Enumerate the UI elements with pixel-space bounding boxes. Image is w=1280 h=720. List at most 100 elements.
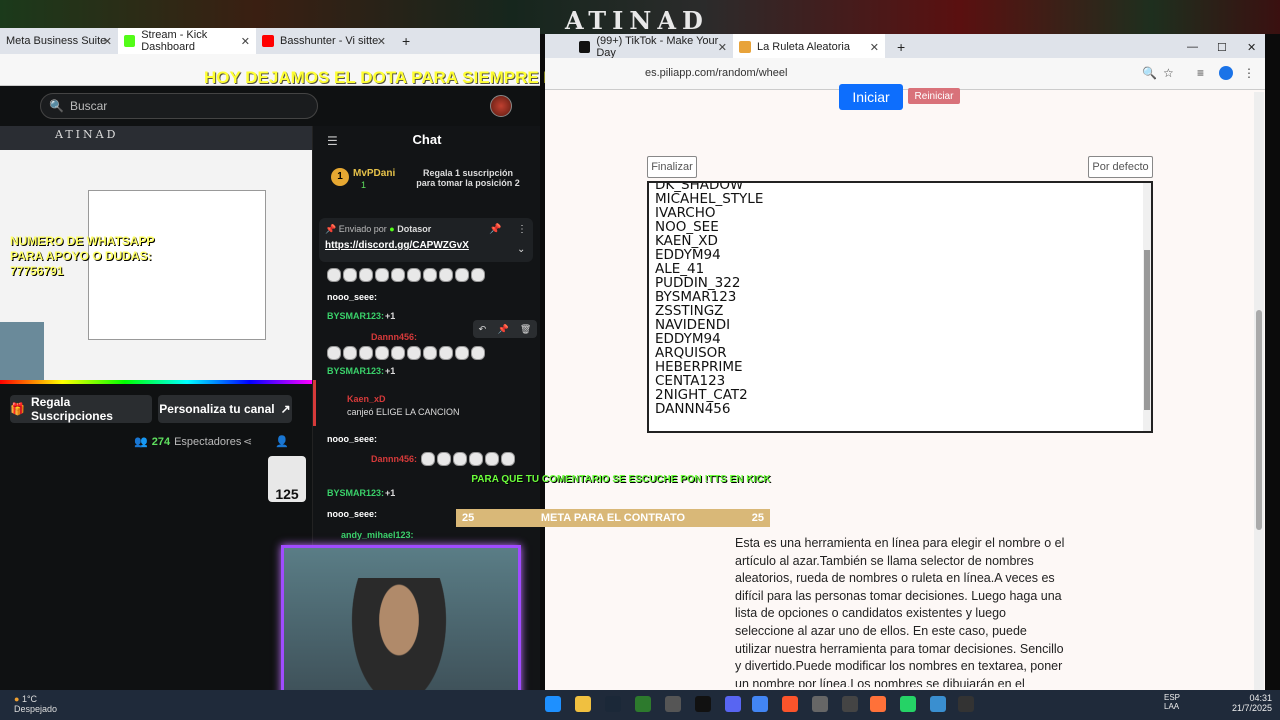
weather-widget[interactable]: ● 1°C Despejado bbox=[14, 694, 57, 714]
app-icon[interactable] bbox=[930, 696, 946, 712]
delete-icon[interactable]: 🗑 bbox=[520, 324, 531, 335]
temperature: 1°C bbox=[21, 694, 38, 704]
whatsapp-icon[interactable] bbox=[900, 696, 916, 712]
names-textarea[interactable]: DK_SHADOW MICAHEL_STYLE IVARCHO NOO_SEE … bbox=[647, 181, 1153, 433]
customize-channel-button[interactable]: Personaliza tu canal ↗ bbox=[158, 395, 292, 423]
tab-label: Meta Business Suite bbox=[6, 35, 107, 47]
viewer-count: 👥 274 Espectadores bbox=[134, 435, 242, 449]
tab-kick-dashboard[interactable]: Stream - Kick Dashboard ✕ bbox=[118, 28, 256, 54]
chat-username[interactable]: Dannn456: bbox=[371, 454, 417, 464]
start-button[interactable]: Iniciar bbox=[839, 84, 903, 110]
chat-username[interactable]: BYSMAR123: bbox=[327, 311, 384, 321]
tab-label: Basshunter - Vi sitte bbox=[280, 35, 379, 47]
chat-username[interactable]: BYSMAR123: bbox=[327, 366, 384, 376]
tab-youtube[interactable]: Basshunter - Vi sitte ✕ bbox=[256, 28, 392, 54]
tab-meta-business[interactable]: Meta Business Suite ✕ bbox=[0, 28, 118, 54]
close-icon[interactable]: ✕ bbox=[103, 35, 112, 48]
pinned-username[interactable]: MvPDani bbox=[353, 168, 395, 179]
name-line: EDDYM94 bbox=[655, 331, 721, 347]
zoom-icon[interactable]: 🔍 bbox=[1142, 66, 1157, 80]
message-actions: ↶ 📌 🗑 bbox=[473, 320, 537, 338]
default-button[interactable]: Por defecto bbox=[1088, 156, 1153, 178]
kick-icon bbox=[124, 35, 136, 47]
tts-overlay-text: PARA QUE TU COMENTARIO SE ESCUCHE PON !T… bbox=[471, 474, 771, 485]
discord-icon[interactable] bbox=[725, 696, 741, 712]
new-tab-button[interactable]: + bbox=[396, 28, 416, 54]
finish-button[interactable]: Finalizar bbox=[647, 156, 697, 178]
url-text[interactable]: es.piliapp.com/random/wheel bbox=[645, 67, 787, 79]
discord-link[interactable]: https://discord.gg/CAPWZGvX bbox=[325, 240, 469, 251]
goal-left: 25 bbox=[462, 512, 475, 524]
close-icon[interactable]: ✕ bbox=[870, 41, 879, 54]
restart-button[interactable]: Reiniciar bbox=[908, 88, 960, 104]
new-tab-button[interactable]: + bbox=[891, 34, 911, 60]
textarea-scrollbar-thumb[interactable] bbox=[1144, 250, 1150, 410]
tiktok-icon bbox=[579, 41, 591, 53]
chat-username[interactable]: andy_mihael123: bbox=[341, 530, 414, 540]
chrome-icon[interactable] bbox=[752, 696, 768, 712]
avatar[interactable] bbox=[490, 95, 512, 117]
chevron-down-icon[interactable]: ⌄ bbox=[517, 244, 525, 255]
gift-icon: 🎁 bbox=[10, 402, 25, 416]
chat-username[interactable]: Kaen_xD bbox=[347, 394, 386, 404]
sent-by-user[interactable]: Dotasor bbox=[397, 224, 431, 234]
close-window-icon[interactable]: ✕ bbox=[1241, 34, 1261, 60]
rank-badge: 1 bbox=[331, 168, 349, 186]
names-list: DK_SHADOW MICAHEL_STYLE IVARCHO NOO_SEE … bbox=[655, 183, 1145, 416]
bg-app-icon[interactable] bbox=[635, 696, 651, 712]
app-icon[interactable] bbox=[812, 696, 828, 712]
more-icon[interactable]: ⋮ bbox=[1243, 66, 1255, 80]
steam-icon[interactable] bbox=[605, 696, 621, 712]
profile-icon[interactable] bbox=[1219, 66, 1233, 80]
chat-username[interactable]: nooo_seee: bbox=[327, 292, 377, 302]
right-address-bar[interactable]: es.piliapp.com/random/wheel 🔍 ☆ ≡ ⋮ bbox=[545, 58, 1265, 90]
close-icon[interactable]: ✕ bbox=[718, 41, 727, 54]
emote-row bbox=[421, 452, 515, 468]
moon-icon: ● bbox=[14, 694, 22, 704]
more-icon[interactable]: ⋮ bbox=[517, 224, 527, 235]
name-line: CENTA123 bbox=[655, 373, 726, 389]
page-scrollbar-thumb[interactable] bbox=[1256, 310, 1262, 530]
tab-tiktok[interactable]: (99+) TikTok - Make Your Day ✕ bbox=[573, 34, 733, 60]
user-icon[interactable]: 👤 bbox=[275, 435, 289, 448]
language-indicator[interactable]: ESP LAA bbox=[1164, 693, 1180, 711]
app-icon[interactable] bbox=[958, 696, 974, 712]
preview-header bbox=[0, 126, 312, 150]
chat-username[interactable]: Dannn456: bbox=[371, 332, 417, 342]
star-icon[interactable]: ☆ bbox=[1163, 66, 1174, 80]
reply-icon[interactable]: ↶ bbox=[479, 324, 487, 335]
clock[interactable]: 04:31 21/7/2025 bbox=[1222, 693, 1272, 713]
maximize-icon[interactable]: ☐ bbox=[1211, 34, 1231, 60]
chat-message: canjeó ELIGE LA CANCION bbox=[347, 407, 460, 417]
minimize-icon[interactable]: — bbox=[1181, 34, 1201, 60]
close-icon[interactable]: ✕ bbox=[377, 35, 386, 48]
tiktok-icon[interactable] bbox=[695, 696, 711, 712]
chat-username[interactable]: BYSMAR123: bbox=[327, 488, 384, 498]
search-input[interactable]: 🔍 Buscar bbox=[40, 93, 318, 119]
external-link-icon: ↗ bbox=[280, 402, 291, 416]
edge-icon[interactable] bbox=[545, 696, 561, 712]
tab-ruleta[interactable]: La Ruleta Aleatoria ✕ bbox=[733, 34, 885, 60]
viewers-label: Espectadores bbox=[174, 435, 242, 448]
lang-code: ESP bbox=[1164, 693, 1181, 702]
gift-subs-button[interactable]: 🎁 Regala Suscripciones bbox=[10, 395, 152, 423]
brave-icon[interactable] bbox=[782, 696, 798, 712]
chat-username[interactable]: nooo_seee: bbox=[327, 434, 377, 444]
close-icon[interactable]: ✕ bbox=[241, 35, 250, 48]
pin-icon[interactable]: 📌 bbox=[497, 324, 508, 335]
folder-icon[interactable] bbox=[575, 696, 591, 712]
name-line: PUDDIN_322 bbox=[655, 275, 741, 291]
app-icon[interactable] bbox=[842, 696, 858, 712]
chat-username[interactable]: nooo_seee: bbox=[327, 509, 377, 519]
obs-icon[interactable] bbox=[665, 696, 681, 712]
pin-icon[interactable]: 📌 bbox=[489, 224, 501, 235]
share-icon[interactable]: ⋖ bbox=[243, 435, 252, 448]
search-icon: 🔍 bbox=[49, 99, 64, 113]
chat-title: Chat bbox=[412, 132, 442, 147]
name-line: EDDYM94 bbox=[655, 247, 721, 263]
goal-right: 25 bbox=[751, 512, 764, 524]
tab-label: (99+) TikTok - Make Your Day bbox=[596, 35, 719, 59]
playlist-icon[interactable]: ≡ bbox=[1197, 66, 1204, 80]
sent-by-label: Enviado por bbox=[338, 224, 387, 234]
firefox-icon[interactable] bbox=[870, 696, 886, 712]
